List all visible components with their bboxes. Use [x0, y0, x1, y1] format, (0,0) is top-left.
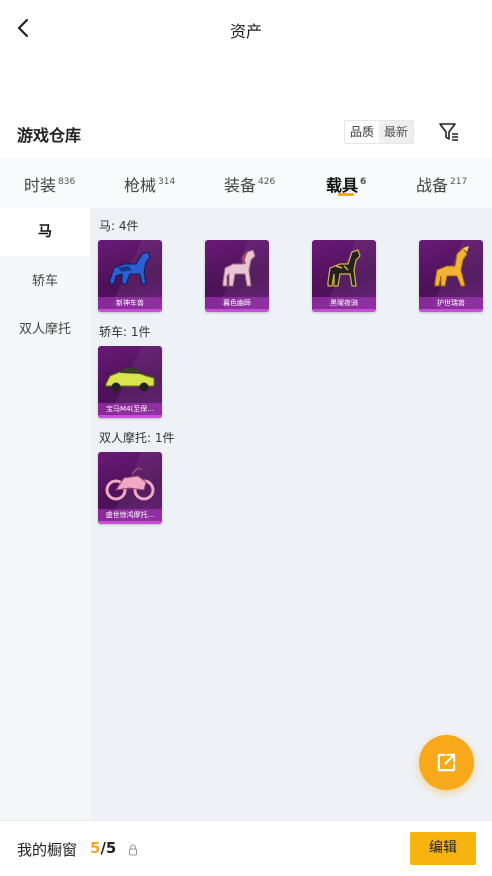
horse-icon: [109, 251, 151, 285]
section-label-motorcycle: 双人摩托: 1件: [99, 431, 175, 445]
tab-count: 314: [158, 177, 176, 187]
sort-quality-option[interactable]: 品质: [345, 121, 379, 143]
car-icon: [105, 368, 155, 392]
tab-fashion[interactable]: 时装 836: [24, 172, 75, 196]
motorcycle-icon: [105, 467, 155, 501]
external-link-icon: [437, 753, 456, 772]
rarity-bar: [419, 309, 483, 312]
top-bar: 资产: [0, 0, 492, 60]
tab-supplies[interactable]: 战备 217: [416, 172, 467, 196]
item-card[interactable]: 护世瑞兽: [419, 240, 483, 312]
item-name: 宝马M4(至保...: [98, 403, 162, 415]
section-label-car: 轿车: 1件: [99, 325, 151, 339]
tab-count: 217: [450, 177, 468, 187]
horse-icon: [222, 249, 256, 287]
item-name: 新神车兽: [98, 297, 162, 309]
tab-count: 6: [360, 177, 367, 187]
item-card[interactable]: 盛世惊鸿摩托...: [98, 452, 162, 524]
category-tabs: 时装 836 枪械 314 装备 426 载具 6 战备 217: [0, 158, 492, 208]
rarity-bar: [98, 521, 162, 524]
rarity-bar: [98, 415, 162, 418]
section-label-horse: 马: 4件: [99, 219, 139, 233]
items-grid: 马: 4件 新神车兽 暮色幽蹄 黑曜夜骑 护世瑞兽 轿车: 1件 宝马M4(至保…: [90, 208, 492, 820]
edit-button[interactable]: 编辑: [410, 832, 476, 865]
tab-count: 836: [58, 177, 76, 187]
item-card[interactable]: 新神车兽: [98, 240, 162, 312]
sidebar-item-motorcycle[interactable]: 双人摩托: [0, 306, 90, 354]
item-name: 暮色幽蹄: [205, 297, 269, 309]
tab-equipment[interactable]: 装备 426: [224, 172, 275, 196]
rarity-bar: [98, 309, 162, 312]
item-name: 护世瑞兽: [419, 297, 483, 309]
warehouse-title: 游戏仓库: [17, 126, 82, 145]
showcase-label: 我的橱窗: [17, 841, 78, 859]
sidebar-item-horse[interactable]: 马: [0, 208, 90, 256]
rarity-bar: [205, 309, 269, 312]
active-tab-indicator: [338, 193, 354, 196]
item-card[interactable]: 黑曜夜骑: [312, 240, 376, 312]
showcase-count: 5/5: [90, 839, 117, 857]
horse-icon: [434, 246, 469, 287]
showcase-bar: 我的橱窗 5/5 编辑: [0, 820, 492, 876]
lock-icon: [129, 844, 137, 856]
page-title: 资产: [229, 22, 262, 41]
sort-toggle: 品质 最新: [344, 120, 415, 144]
horse-icon: [327, 249, 361, 287]
item-name: 盛世惊鸿摩托...: [98, 509, 162, 521]
rarity-bar: [312, 309, 376, 312]
tab-count: 426: [258, 177, 276, 187]
filter-icon[interactable]: [438, 121, 460, 143]
item-card[interactable]: 宝马M4(至保...: [98, 346, 162, 418]
subcategory-sidebar: 马 轿车 双人摩托: [0, 208, 90, 820]
item-name: 黑曜夜骑: [312, 297, 376, 309]
item-card[interactable]: 暮色幽蹄: [205, 240, 269, 312]
share-button[interactable]: [419, 735, 474, 790]
sidebar-item-car[interactable]: 轿车: [0, 258, 90, 306]
sort-newest-option[interactable]: 最新: [379, 121, 414, 143]
tab-firearms[interactable]: 枪械 314: [124, 172, 175, 196]
